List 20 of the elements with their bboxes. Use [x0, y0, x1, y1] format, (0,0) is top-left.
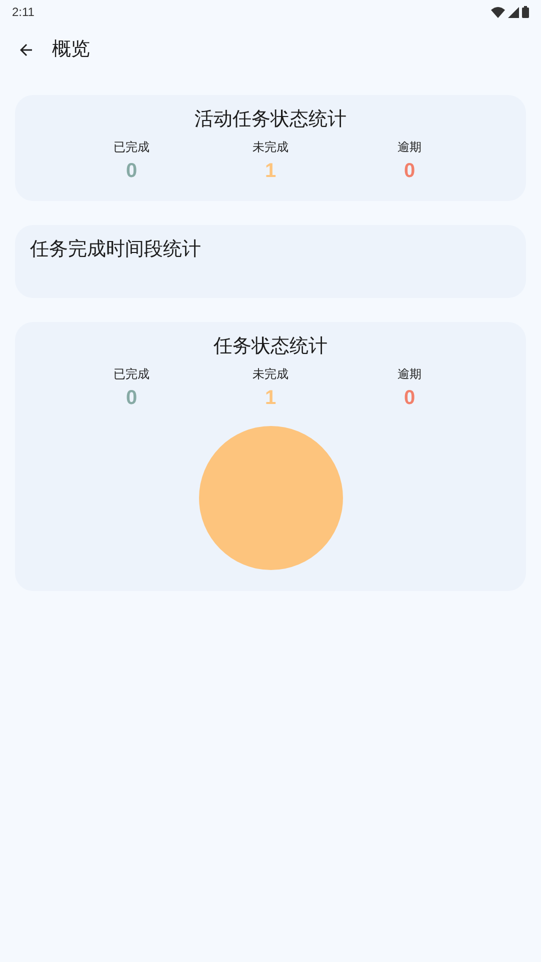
stat-label: 逾期: [398, 366, 422, 382]
card-title: 活动任务状态统计: [194, 108, 346, 132]
stat-label: 已完成: [114, 366, 150, 382]
status-time: 2:11: [12, 4, 34, 21]
wifi-icon: [491, 6, 505, 18]
stat-value: 0: [126, 159, 138, 184]
stat-label: 未完成: [252, 139, 288, 155]
stat-value: 1: [264, 159, 276, 184]
stat-label: 未完成: [252, 366, 288, 382]
stat-value: 1: [264, 386, 276, 411]
stat-label: 逾期: [398, 139, 422, 155]
card-title: 任务完成时间段统计: [30, 239, 201, 260]
stat-value: 0: [404, 159, 416, 184]
page-title: 概览: [52, 38, 90, 62]
battery-icon: [522, 6, 529, 18]
stat-label: 已完成: [114, 139, 150, 155]
stat-value: 0: [126, 386, 138, 411]
card-title: 任务状态统计: [214, 335, 328, 359]
stat-value: 0: [404, 386, 416, 411]
signal-icon: [508, 6, 519, 18]
